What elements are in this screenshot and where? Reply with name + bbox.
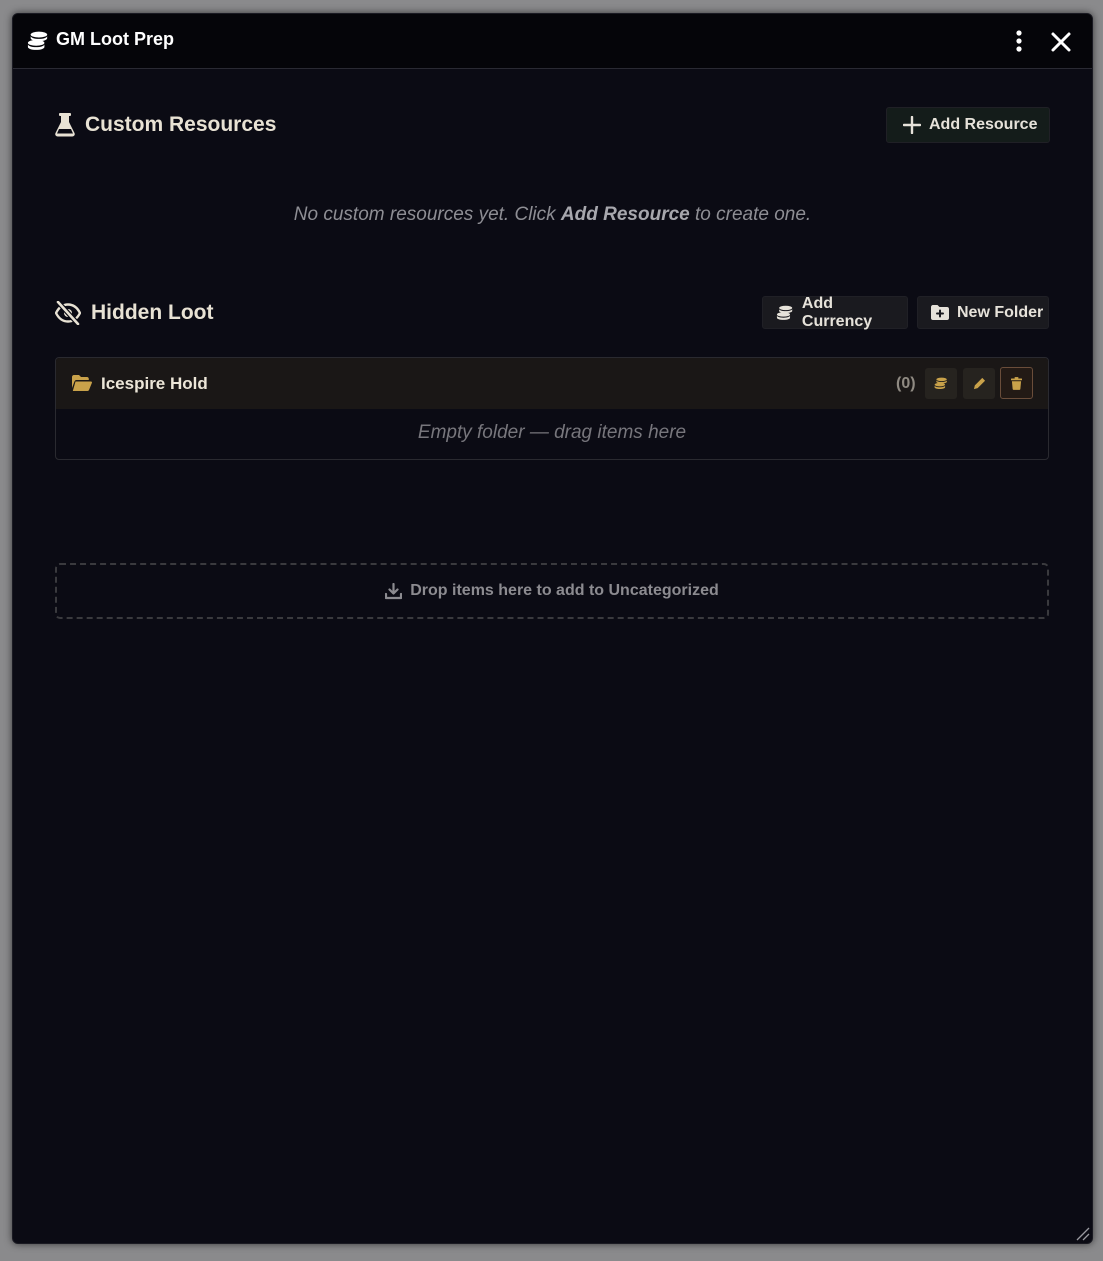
coins-icon: [27, 31, 48, 50]
add-resource-label: Add Resource: [929, 116, 1038, 133]
folder-add-currency-button[interactable]: [925, 368, 957, 399]
new-folder-button[interactable]: New Folder: [917, 296, 1049, 329]
gm-loot-prep-window: GM Loot Prep Custom Resources Add Resour…: [12, 13, 1093, 1244]
custom-resources-header: Custom Resources: [55, 107, 276, 143]
coins-icon: [776, 305, 793, 320]
pencil-icon: [973, 377, 985, 390]
folder-header[interactable]: Icespire Hold (0): [56, 358, 1048, 409]
uncategorized-dropzone[interactable]: Drop items here to add to Uncategorized: [55, 563, 1049, 619]
plus-icon: [903, 116, 921, 134]
folder-icespire-hold: Icespire Hold (0) Empty folder — drag it…: [55, 357, 1049, 460]
folder-open-icon: [72, 375, 92, 391]
coins-icon: [934, 377, 947, 390]
folder-name: Icespire Hold: [101, 374, 208, 393]
window-title: GM Loot Prep: [56, 29, 174, 49]
folder-empty-message: Empty folder — drag items here: [417, 422, 687, 443]
folder-item-count: (0): [896, 375, 916, 392]
resize-handle-icon[interactable]: [1074, 1225, 1090, 1241]
hidden-loot-header: Hidden Loot: [55, 295, 213, 331]
add-currency-button[interactable]: Add Currency: [762, 294, 908, 330]
download-icon: [385, 582, 403, 599]
custom-resources-title: Custom Resources: [85, 113, 277, 136]
flask-icon: [55, 113, 75, 137]
folder-plus-icon: [931, 305, 949, 320]
trash-icon: [1011, 376, 1022, 390]
hidden-loot-title: Hidden Loot: [91, 301, 214, 324]
close-icon[interactable]: [1049, 30, 1073, 54]
vertical-ellipsis-icon[interactable]: [1009, 28, 1029, 54]
add-resource-emphasis: Add Resource: [560, 204, 690, 225]
window-titlebar[interactable]: GM Loot Prep: [13, 14, 1092, 69]
folder-rename-button[interactable]: [963, 368, 995, 399]
add-resource-button[interactable]: Add Resource: [886, 107, 1050, 143]
dropzone-label: Drop items here to add to Uncategorized: [410, 582, 719, 599]
add-currency-label: Add Currency: [801, 294, 873, 330]
eye-slash-icon: [55, 301, 81, 325]
new-folder-label: New Folder: [957, 303, 1044, 321]
folder-delete-button[interactable]: [1000, 367, 1033, 399]
custom-resources-empty-message: No custom resources yet. Click Add Resou…: [293, 204, 812, 225]
